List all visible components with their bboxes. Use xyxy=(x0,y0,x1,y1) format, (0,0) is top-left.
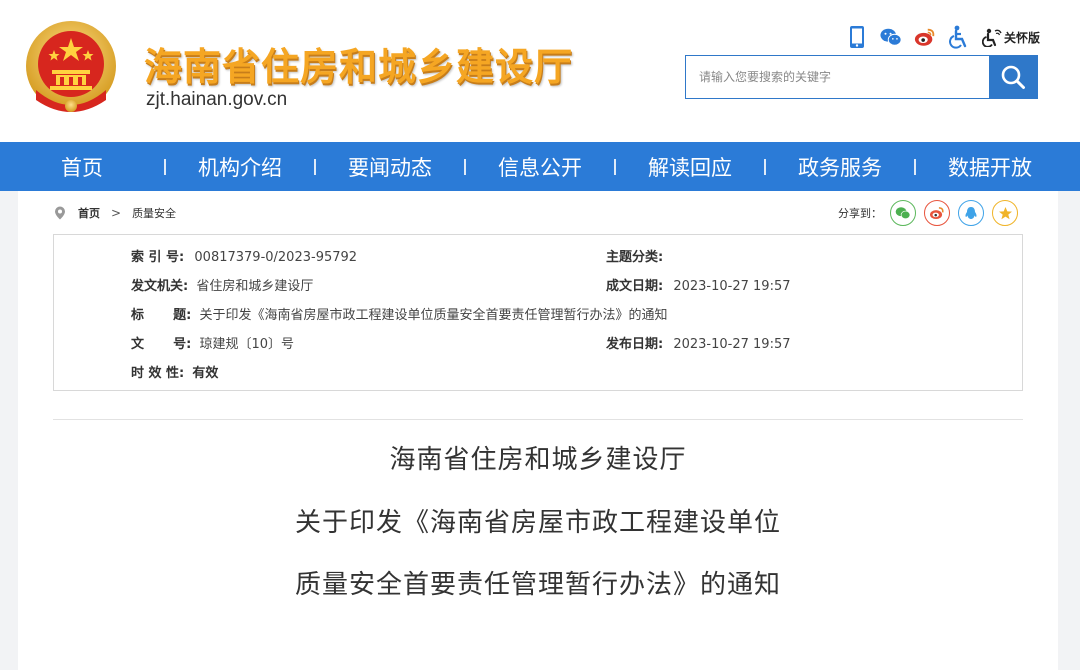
meta-published-date: 发布日期: 2023-10-27 19:57 xyxy=(606,337,791,352)
nav-item-services[interactable]: 政务服务 xyxy=(766,152,914,182)
search-box xyxy=(685,55,1038,99)
share-label: 分享到： xyxy=(838,207,882,220)
meta-title: 标 题: 关于印发《海南省房屋市政工程建设单位质量安全首要责任管理暂行办法》的通… xyxy=(131,308,668,323)
search-input[interactable] xyxy=(686,56,989,98)
breadcrumb: 首页 > 质量安全 xyxy=(54,205,176,221)
main-nav: 首页 机构介绍 要闻动态 信息公开 解读回应 政务服务 数据开放 xyxy=(0,142,1080,191)
document-title-line-1: 海南省住房和城乡建设厅 xyxy=(389,445,687,475)
nav-item-organization[interactable]: 机构介绍 xyxy=(166,152,314,182)
site-title[interactable]: 海南省住房和城乡建设厅 xyxy=(144,36,573,91)
search-button[interactable] xyxy=(989,56,1037,98)
breadcrumb-separator: > xyxy=(111,206,122,220)
share-weibo-button[interactable] xyxy=(924,200,950,226)
weibo-icon[interactable] xyxy=(914,25,936,49)
breadcrumb-home[interactable]: 首页 xyxy=(78,205,100,221)
care-mode-label: 关怀版 xyxy=(1003,30,1040,45)
wechat-icon xyxy=(895,207,911,220)
meta-issuer: 发文机关: 省住房和城乡建设厅 xyxy=(131,279,314,294)
care-mode-toggle[interactable]: 关怀版 xyxy=(981,27,1040,47)
content-divider xyxy=(53,419,1023,420)
document-title-line-2: 关于印发《海南省房屋市政工程建设单位 xyxy=(294,508,781,538)
search-icon xyxy=(1001,65,1025,89)
location-pin-icon xyxy=(55,206,65,220)
share-wechat-button[interactable] xyxy=(890,200,916,226)
care-mode-icon xyxy=(981,28,1002,47)
meta-topic: 主题分类: xyxy=(606,250,664,265)
weibo-icon xyxy=(930,207,944,220)
content-panel: 首页 > 质量安全 分享到： 索 引 号: 00817379-0/2023-95… xyxy=(18,191,1058,670)
share-bar: 分享到： xyxy=(838,200,1018,226)
document-title-line-3: 质量安全首要责任管理暂行办法》的通知 xyxy=(294,570,781,600)
accessibility-icon[interactable] xyxy=(948,25,970,49)
nav-item-open-data[interactable]: 数据开放 xyxy=(916,152,1064,182)
wechat-icon[interactable] xyxy=(880,25,902,49)
nav-item-news[interactable]: 要闻动态 xyxy=(316,152,464,182)
share-favorite-button[interactable] xyxy=(992,200,1018,226)
meta-index: 索 引 号: 00817379-0/2023-95792 xyxy=(131,250,358,265)
meta-created-date: 成文日期: 2023-10-27 19:57 xyxy=(606,279,791,294)
breadcrumb-current[interactable]: 质量安全 xyxy=(132,205,176,221)
document-metadata: 索 引 号: 00817379-0/2023-95792 主题分类: 发文机关:… xyxy=(53,234,1023,391)
meta-doc-number: 文 号: 琼建规〔10〕号 xyxy=(131,337,295,352)
national-emblem-icon xyxy=(26,21,116,112)
qq-icon xyxy=(965,206,977,219)
site-header: 海南省住房和城乡建设厅 zjt.hainan.gov.cn 关怀版 xyxy=(0,0,1080,142)
meta-validity: 时 效 性: 有效 xyxy=(131,366,219,381)
nav-item-interpretation[interactable]: 解读回应 xyxy=(616,152,764,182)
nav-item-home[interactable]: 首页 xyxy=(0,152,164,182)
star-icon xyxy=(998,206,1012,219)
mobile-icon[interactable] xyxy=(846,25,868,49)
share-qq-button[interactable] xyxy=(958,200,984,226)
nav-item-disclosure[interactable]: 信息公开 xyxy=(466,152,614,182)
site-url: zjt.hainan.gov.cn xyxy=(146,89,288,110)
header-tools: 关怀版 xyxy=(846,24,1040,50)
